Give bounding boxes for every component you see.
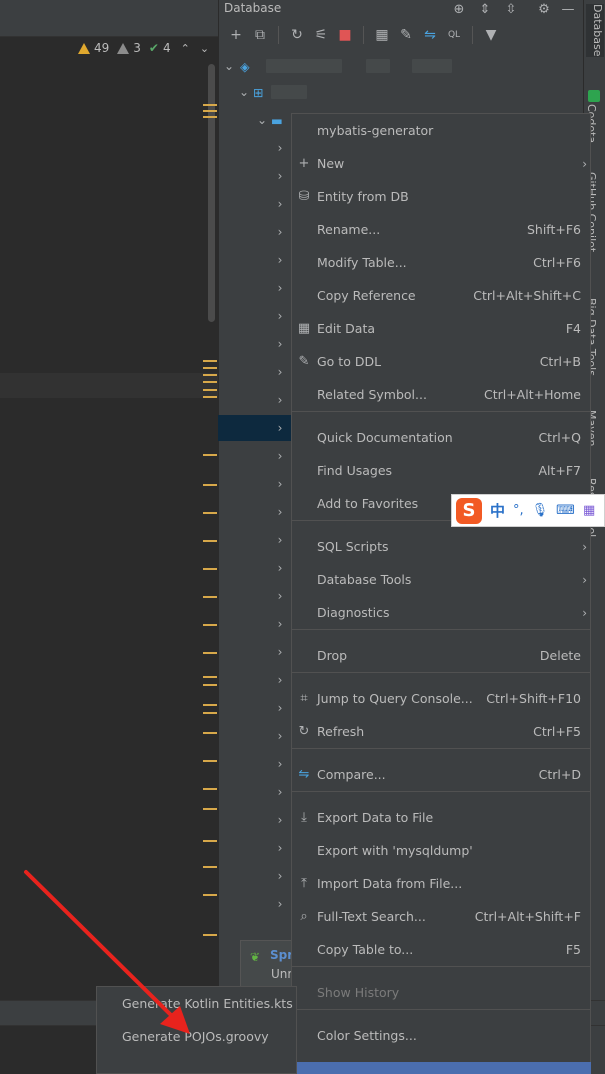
arrow-shaft xyxy=(24,870,180,1024)
annotation-arrow xyxy=(24,870,190,1034)
